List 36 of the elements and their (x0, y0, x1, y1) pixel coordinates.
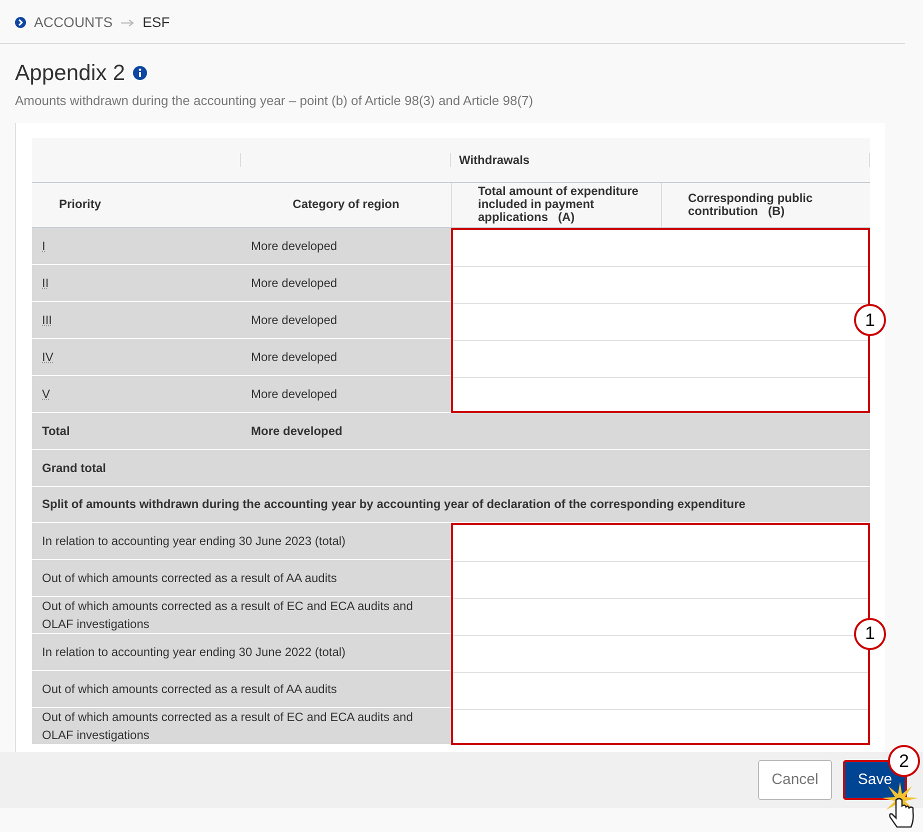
row-label: In relation to accounting year ending 30 June 2023 (total) (41, 532, 347, 550)
category-cell-text: More developed (250, 312, 338, 328)
total-label: Total (41, 422, 71, 440)
page-subtitle: Amounts withdrawn during the accounting year – point (b) of Article 98(3) and Article 98(7) (14, 92, 534, 110)
priority-cell-text: III (41, 312, 54, 328)
info-icon[interactable] (133, 66, 148, 80)
column-header: Total amount of expenditure included in payment applications (A) (478, 185, 640, 224)
priority-cell-text: IV (41, 348, 54, 366)
callout-badge: 1 (854, 304, 886, 336)
breadcrumb-link[interactable]: ACCOUNTS (34, 12, 113, 33)
callout-badge: 1 (854, 618, 886, 650)
priority-cell-text: II (41, 274, 50, 292)
chevron-circle-icon (15, 17, 26, 28)
callout-badge: 2 (888, 745, 920, 777)
priority-cell-text: V (41, 386, 52, 402)
row-label: Out of which amounts corrected as a result of EC and ECA audits and OLAF investigations (41, 598, 414, 632)
row-label: Out of which amounts corrected as a result of AA audits (41, 680, 338, 698)
category-cell-text: More developed (250, 422, 342, 440)
arrow-icon (120, 18, 135, 26)
column-header: Priority (59, 198, 102, 211)
category-cell-text: More developed (250, 386, 338, 402)
category-cell-text: More developed (250, 238, 338, 254)
column-group-header: Withdrawals (459, 152, 530, 168)
cancel-button[interactable]: Cancel (758, 760, 832, 800)
breadcrumb-link[interactable]: ESF (142, 12, 170, 33)
section-heading: Split of amounts withdrawn during the accounting year by accounting year of declaration of the corresponding expenditure (41, 496, 746, 513)
row-label: Out of which amounts corrected as a result of EC and ECA audits and OLAF investigations (41, 708, 414, 744)
category-cell-text: More developed (250, 274, 338, 292)
priority-cell-text: I (41, 238, 46, 254)
page-title: Appendix 2 (15, 59, 126, 87)
row-label: In relation to accounting year ending 30 June 2022 (total) (41, 644, 347, 660)
category-cell-text: More developed (250, 348, 338, 366)
column-header: Category of region (292, 198, 400, 211)
row-label: Out of which amounts corrected as a result of AA audits (41, 570, 338, 586)
column-header: Corresponding public contribution (B) (688, 192, 814, 218)
grand-total-label: Grand total (41, 460, 106, 476)
